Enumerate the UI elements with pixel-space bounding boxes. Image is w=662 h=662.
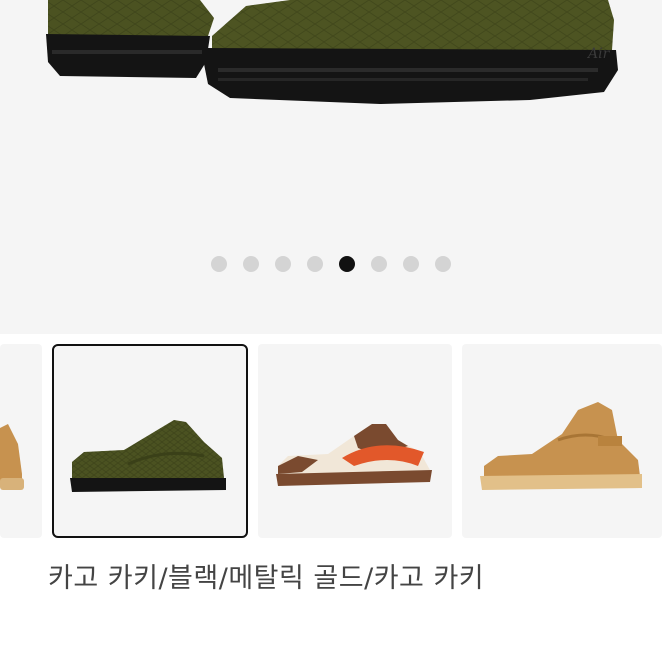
product-hero-image[interactable]: Air <box>0 0 662 334</box>
hero-heel-text: Air <box>586 46 611 62</box>
carousel-dot[interactable] <box>243 256 259 272</box>
colorway-label: 카고 카키/블랙/메탈릭 골드/카고 카키 <box>48 563 485 594</box>
hero-sneaker-illustration: Air <box>46 0 618 104</box>
carousel-dot[interactable] <box>371 256 387 272</box>
carousel-dot[interactable] <box>275 256 291 272</box>
carousel-dot-active[interactable] <box>339 256 355 272</box>
carousel-dot[interactable] <box>211 256 227 272</box>
carousel-dots <box>0 256 662 272</box>
carousel-dot[interactable] <box>403 256 419 272</box>
thumbnail-brown-orange[interactable] <box>258 344 452 538</box>
thumbnail-olive-croc[interactable] <box>52 344 248 538</box>
carousel-dot[interactable] <box>307 256 323 272</box>
carousel-dot[interactable] <box>435 256 451 272</box>
thumbnail-wheat-partial[interactable] <box>0 344 42 538</box>
thumbnail-wheat-mid[interactable] <box>462 344 662 538</box>
